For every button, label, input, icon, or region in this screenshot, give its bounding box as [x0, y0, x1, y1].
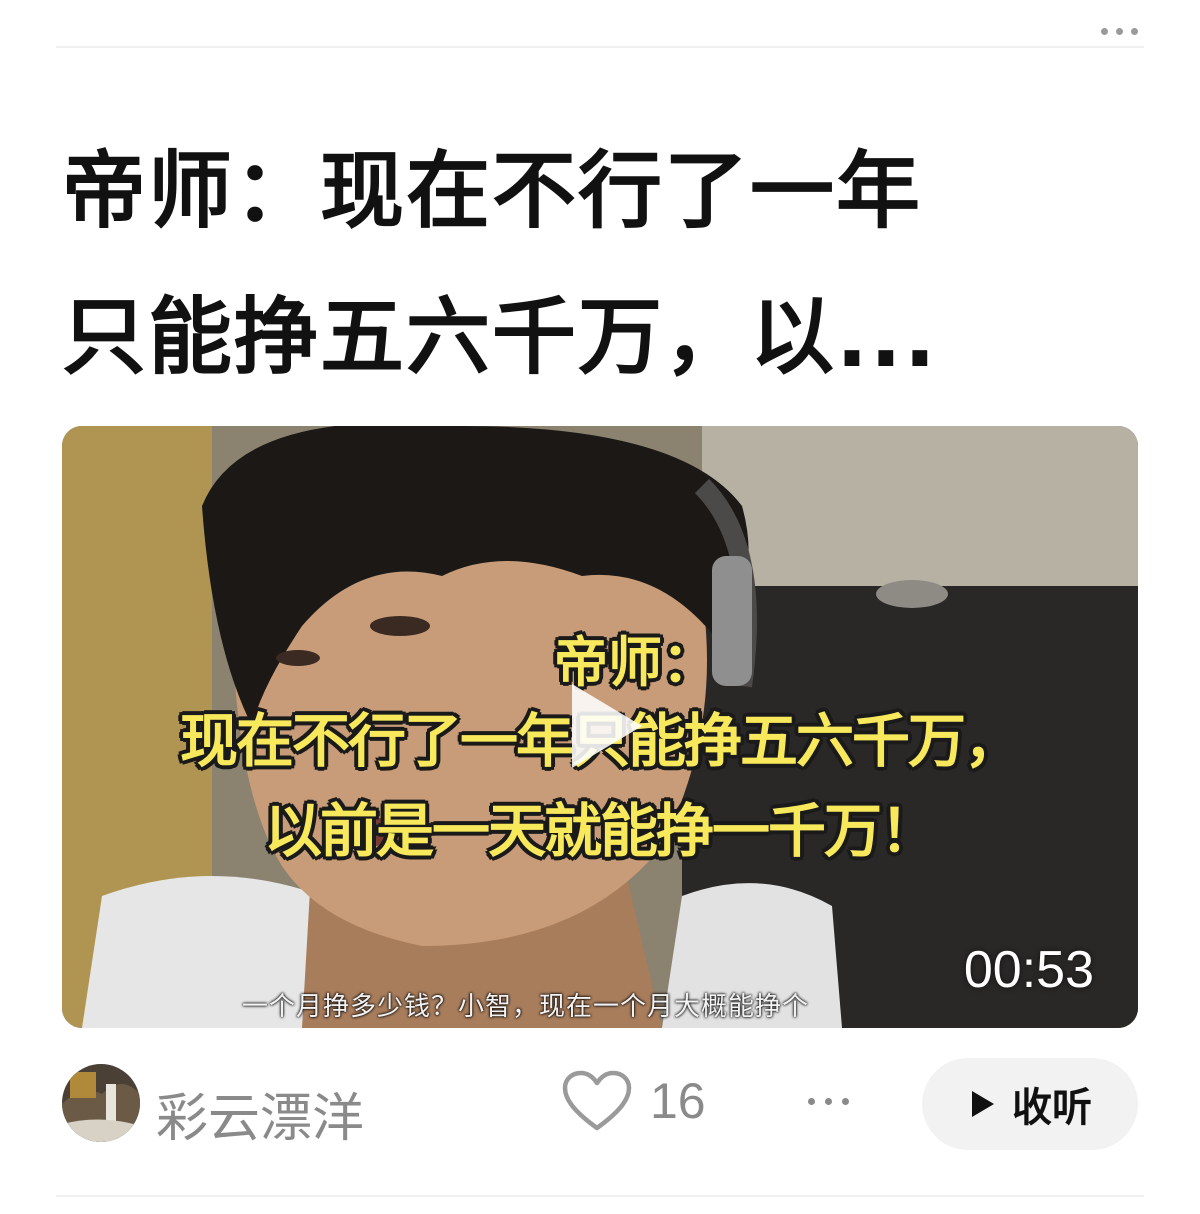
listen-button[interactable]: 收听: [922, 1058, 1138, 1150]
author-name[interactable]: 彩云漂洋: [156, 1076, 364, 1151]
play-icon[interactable]: [542, 666, 662, 786]
author-avatar[interactable]: [62, 1064, 140, 1142]
post-title-line-1: 帝师：现在不行了一年: [62, 142, 923, 240]
post-title-line-2: 只能挣五六千万，以...: [62, 288, 938, 386]
more-actions-icon[interactable]: [808, 1098, 849, 1105]
listen-label: 收听: [1012, 1085, 1092, 1131]
feed-card: 帝师：现在不行了一年 只能挣五六千万，以... 帝师： 以前是一天就能挣一千万！…: [0, 0, 1200, 1214]
play-small-icon: [972, 1091, 994, 1117]
heart-icon: [562, 1070, 632, 1131]
bottom-divider: [56, 1195, 1144, 1197]
top-divider: [56, 46, 1144, 48]
like-count: 16: [650, 1073, 706, 1129]
avatar-landscape-image: [62, 1064, 140, 1142]
like-button[interactable]: 16: [562, 1070, 706, 1132]
post-footer: 彩云漂洋 16 收听: [62, 1058, 1138, 1150]
post-title[interactable]: 帝师：现在不行了一年 只能挣五六千万，以...: [62, 118, 1122, 410]
video-overlay-caption-3: 以前是一天就能挣一千万！: [263, 797, 938, 865]
video-thumbnail[interactable]: 帝师： 现在不行了一年只能挣五六千万， 以前是一天就能挣一千万！ 一个月挣多少钱…: [62, 426, 1138, 1028]
video-subtitle: 一个月挣多少钱？小智，现在一个月大概能挣个: [242, 992, 810, 1022]
video-duration: 00:53: [963, 941, 1094, 999]
more-options-icon[interactable]: [1101, 28, 1138, 35]
